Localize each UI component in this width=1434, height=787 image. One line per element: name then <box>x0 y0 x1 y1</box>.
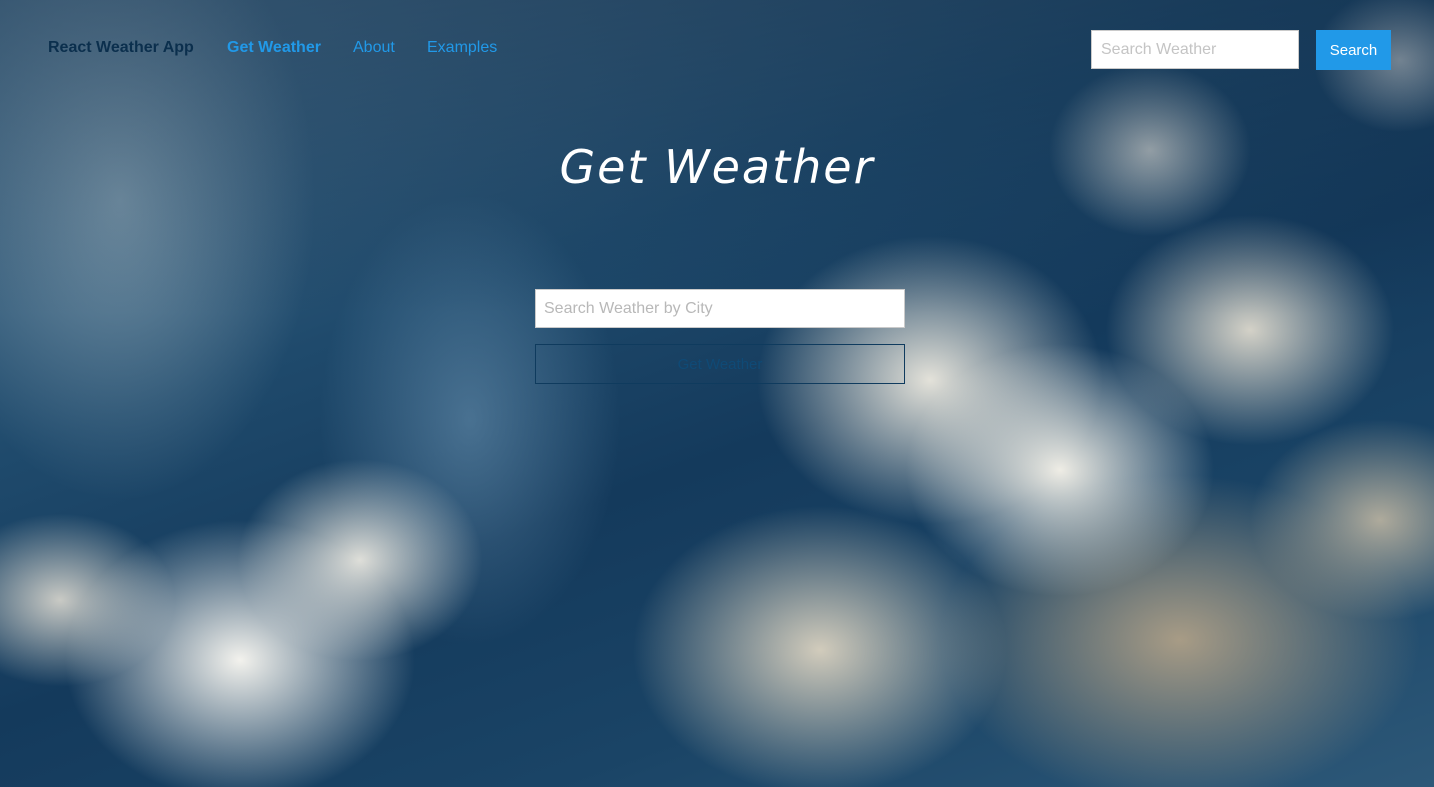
nav-link-examples[interactable]: Examples <box>427 39 497 57</box>
city-search-input[interactable] <box>535 289 905 328</box>
top-bar: React Weather App Get Weather About Exam… <box>0 0 1434 98</box>
page-title: Get Weather <box>559 140 875 194</box>
app-brand: React Weather App <box>48 39 194 56</box>
top-search-button[interactable]: Search <box>1316 30 1391 70</box>
top-search-input[interactable] <box>1091 30 1299 69</box>
nav-link-about[interactable]: About <box>353 39 395 57</box>
sky-shade-overlay <box>0 0 1434 787</box>
nav-link-get-weather[interactable]: Get Weather <box>227 39 321 57</box>
get-weather-button[interactable]: Get Weather <box>535 344 905 384</box>
